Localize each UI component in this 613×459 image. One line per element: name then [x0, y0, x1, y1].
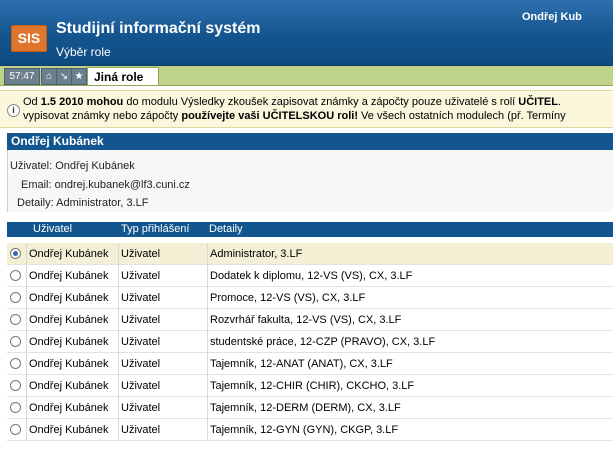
cell-details: studentské práce, 12-CZP (PRAVO), CX, 3.… [207, 331, 613, 353]
cell-details: Promoce, 12-VS (VS), CX, 3.LF [207, 287, 613, 309]
role-radio-button[interactable] [10, 336, 21, 347]
info-icon: i [7, 104, 20, 117]
details-label: Detaily: [17, 197, 54, 209]
table-row[interactable]: Ondřej Kubánek Uživatel Tajemník, 12-DERM … [7, 397, 613, 419]
cell-user: Ondřej Kubánek [26, 265, 118, 287]
cell-details: Administrator, 3.LF [207, 243, 613, 265]
cell-user: Ondřej Kubánek [26, 309, 118, 331]
details-row: Detaily: Administrator, 3.LF [17, 197, 148, 209]
table-row[interactable]: Ondřej Kubánek Uživatel studentské práce, … [7, 331, 613, 353]
cell-login-type: Uživatel [118, 353, 207, 375]
role-radio-button[interactable] [10, 358, 21, 369]
cell-user: Ondřej Kubánek [26, 419, 118, 441]
cell-details: Dodatek k diplomu, 12-VS (VS), CX, 3.LF [207, 265, 613, 287]
cell-details: Rozvrhář fakulta, 12-VS (VS), CX, 3.LF [207, 309, 613, 331]
notice-text: Od 1.5 2010 mohou do modulu Výsledky zko… [23, 96, 566, 122]
minimize-icon[interactable]: ↘ [56, 68, 72, 85]
table-row[interactable]: Ondřej Kubánek Uživatel Administrator, 3.L… [7, 243, 613, 265]
star-icon[interactable]: ★ [71, 68, 87, 85]
details-value: Administrator, 3.LF [56, 197, 149, 209]
role-radio-button[interactable] [10, 380, 21, 391]
table-row[interactable]: Ondřej Kubánek Uživatel Rozvrhář fakulta, … [7, 309, 613, 331]
role-radio-button[interactable] [10, 314, 21, 325]
app-title: Studijní informační systém [56, 20, 261, 37]
user-info-box: Uživatel: Ondřej Kubánek Email: ondrej.k… [7, 150, 613, 212]
user-box-title: Ondřej Kubánek [7, 133, 613, 150]
user-row: Uživatel: Ondřej Kubánek [10, 160, 135, 172]
cell-user: Ondřej Kubánek [26, 287, 118, 309]
cell-login-type: Uživatel [118, 265, 207, 287]
cell-user: Ondřej Kubánek [26, 353, 118, 375]
cell-user: Ondřej Kubánek [26, 331, 118, 353]
cell-details: Tajemník, 12-GYN (GYN), CKGP, 3.LF [207, 419, 613, 441]
role-radio-button[interactable] [10, 402, 21, 413]
cell-user: Ondřej Kubánek [26, 243, 118, 265]
column-header-user: Uživatel [33, 223, 73, 235]
cell-login-type: Uživatel [118, 243, 207, 265]
role-radio-button[interactable] [10, 248, 21, 259]
cell-details: Tajemník, 12-ANAT (ANAT), CX, 3.LF [207, 353, 613, 375]
user-label: Uživatel: [10, 160, 53, 172]
cell-user: Ondřej Kubánek [26, 375, 118, 397]
session-timer: 57:47 [4, 68, 40, 85]
roles-table-header: Uživatel Typ přihlášení Detaily [7, 222, 613, 237]
cell-login-type: Uživatel [118, 331, 207, 353]
role-radio-button[interactable] [10, 424, 21, 435]
table-row[interactable]: Ondřej Kubánek Uživatel Tajemník, 12-CHIR … [7, 375, 613, 397]
table-row[interactable]: Ondřej Kubánek Uživatel Tajemník, 12-ANAT … [7, 353, 613, 375]
tab-jina-role[interactable]: Jiná role [87, 67, 159, 85]
app-header: SIS Studijní informační systém Výběr rol… [0, 0, 613, 66]
email-label: Email: [21, 179, 52, 191]
user-value: Ondřej Kubánek [55, 160, 135, 172]
cell-details: Tajemník, 12-CHIR (CHIR), CKCHO, 3.LF [207, 375, 613, 397]
logged-user-name[interactable]: Ondřej Kub [522, 11, 582, 23]
table-row[interactable]: Ondřej Kubánek Uživatel Tajemník, 12-GYN (… [7, 419, 613, 441]
table-row[interactable]: Ondřej Kubánek Uživatel Promoce, 12-VS (VS… [7, 287, 613, 309]
page-subtitle: Výběr role [56, 45, 111, 59]
role-radio-button[interactable] [10, 292, 21, 303]
sis-logo[interactable]: SIS [11, 25, 47, 52]
column-header-details: Detaily [209, 223, 243, 235]
cell-login-type: Uživatel [118, 419, 207, 441]
role-radio-button[interactable] [10, 270, 21, 281]
cell-login-type: Uživatel [118, 375, 207, 397]
column-header-login-type: Typ přihlášení [121, 223, 190, 235]
cell-details: Tajemník, 12-DERM (DERM), CX, 3.LF [207, 397, 613, 419]
cell-login-type: Uživatel [118, 287, 207, 309]
cell-login-type: Uživatel [118, 309, 207, 331]
email-value: ondrej.kubanek@lf3.cuni.cz [54, 179, 190, 191]
cell-login-type: Uživatel [118, 397, 207, 419]
table-row[interactable]: Ondřej Kubánek Uživatel Dodatek k diplomu,… [7, 265, 613, 287]
tab-bar: 57:47 ⌂ ↘ ★ Jiná role [0, 66, 613, 86]
home-icon[interactable]: ⌂ [41, 68, 57, 85]
notice-banner: i Od 1.5 2010 mohou do modulu Výsledky z… [0, 90, 613, 128]
email-row: Email: ondrej.kubanek@lf3.cuni.cz [21, 179, 190, 191]
cell-user: Ondřej Kubánek [26, 397, 118, 419]
